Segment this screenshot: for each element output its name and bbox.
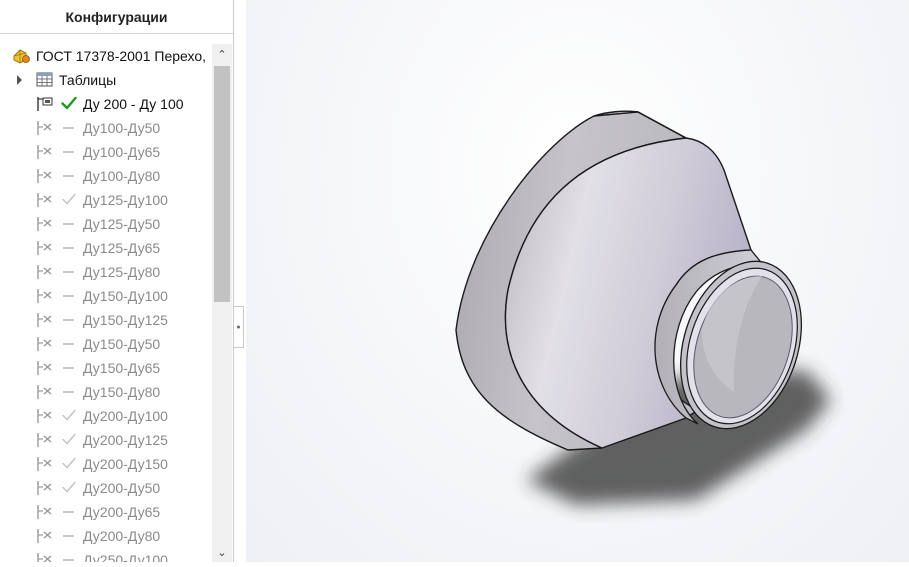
- configuration-item[interactable]: Ду100-Ду80: [0, 164, 212, 188]
- config-suppressed-icon: [36, 239, 54, 260]
- panel-title: Конфигурации: [0, 0, 233, 34]
- config-suppressed-icon: [36, 311, 54, 332]
- configuration-tree: ГОСТ 17378-2001 Перехо, Таблицы Ду 200 -…: [0, 44, 212, 562]
- config-suppressed-icon: [36, 479, 54, 500]
- checkmark-icon: [61, 407, 77, 423]
- config-suppressed-icon: [36, 263, 54, 284]
- configuration-item[interactable]: Ду125-Ду80: [0, 260, 212, 284]
- config-active-icon: [36, 95, 54, 116]
- dash-icon: [61, 167, 77, 183]
- configuration-item[interactable]: Ду150-Ду100: [0, 284, 212, 308]
- checkmark-icon: [61, 191, 77, 207]
- tables-item[interactable]: Таблицы: [0, 68, 212, 92]
- part-icon: [12, 47, 32, 68]
- configuration-label: Ду200-Ду100: [83, 408, 168, 424]
- configuration-label: Ду 200 - Ду 100: [83, 96, 184, 112]
- config-suppressed-icon: [36, 359, 54, 380]
- configuration-item[interactable]: Ду125-Ду100: [0, 188, 212, 212]
- config-suppressed-icon: [36, 119, 54, 140]
- configuration-label: Ду125-Ду50: [83, 216, 161, 232]
- config-suppressed-icon: [36, 383, 54, 404]
- checkmark-icon: [61, 95, 77, 111]
- dash-icon: [61, 311, 77, 327]
- config-suppressed-icon: [36, 287, 54, 308]
- configuration-item[interactable]: Ду200-Ду100: [0, 404, 212, 428]
- configuration-item[interactable]: Ду125-Ду65: [0, 236, 212, 260]
- configuration-label: Ду100-Ду50: [83, 120, 161, 136]
- dash-icon: [61, 503, 77, 519]
- configuration-label: Ду100-Ду80: [83, 168, 161, 184]
- config-suppressed-icon: [36, 455, 54, 476]
- configuration-item[interactable]: Ду100-Ду50: [0, 116, 212, 140]
- config-suppressed-icon: [36, 143, 54, 164]
- configuration-label: Ду200-Ду125: [83, 432, 168, 448]
- dash-icon: [61, 263, 77, 279]
- dash-icon: [61, 335, 77, 351]
- dash-icon: [61, 143, 77, 159]
- dash-icon: [61, 215, 77, 231]
- configuration-item[interactable]: Ду 200 - Ду 100: [0, 92, 212, 116]
- tree-root-item[interactable]: ГОСТ 17378-2001 Перехо,: [0, 44, 212, 68]
- scroll-down-icon[interactable]: ⌄: [212, 546, 232, 562]
- config-suppressed-icon: [36, 527, 54, 548]
- configuration-item[interactable]: Ду150-Ду125: [0, 308, 212, 332]
- scroll-up-icon[interactable]: ⌃: [212, 48, 232, 64]
- checkmark-icon: [61, 479, 77, 495]
- configuration-item[interactable]: Ду200-Ду150: [0, 452, 212, 476]
- configuration-item[interactable]: Ду100-Ду65: [0, 140, 212, 164]
- configuration-item[interactable]: Ду150-Ду50: [0, 332, 212, 356]
- configuration-label: Ду250-Ду100: [83, 552, 168, 562]
- configuration-label: Ду100-Ду65: [83, 144, 161, 160]
- dash-icon: [61, 119, 77, 135]
- configurations-panel: Конфигурации ГОСТ 17378-2001 Перехо, Таб…: [0, 0, 234, 562]
- configuration-label: Ду150-Ду125: [83, 312, 168, 328]
- tables-label: Таблицы: [59, 72, 117, 88]
- configuration-item[interactable]: Ду200-Ду80: [0, 524, 212, 548]
- table-icon: [36, 72, 53, 90]
- dash-icon: [61, 239, 77, 255]
- config-suppressed-icon: [36, 191, 54, 212]
- dash-icon: [61, 551, 77, 562]
- dash-icon: [61, 359, 77, 375]
- configuration-item[interactable]: Ду150-Ду65: [0, 356, 212, 380]
- configuration-label: Ду150-Ду100: [83, 288, 168, 304]
- tree-root-label: ГОСТ 17378-2001 Перехо,: [36, 48, 207, 64]
- configuration-item[interactable]: Ду125-Ду50: [0, 212, 212, 236]
- expand-caret-icon[interactable]: [17, 75, 22, 85]
- scroll-thumb[interactable]: [214, 66, 230, 302]
- configuration-item[interactable]: Ду150-Ду80: [0, 380, 212, 404]
- reducer-model: [455, 110, 831, 505]
- dash-icon: [61, 287, 77, 303]
- configuration-item[interactable]: Ду200-Ду125: [0, 428, 212, 452]
- config-suppressed-icon: [36, 503, 54, 524]
- checkmark-icon: [61, 431, 77, 447]
- checkmark-icon: [61, 455, 77, 471]
- configuration-label: Ду200-Ду80: [83, 528, 161, 544]
- configuration-label: Ду125-Ду80: [83, 264, 161, 280]
- 3d-viewport[interactable]: [246, 0, 909, 562]
- dash-icon: [61, 383, 77, 399]
- configuration-label: Ду200-Ду65: [83, 504, 161, 520]
- configuration-label: Ду150-Ду65: [83, 360, 161, 376]
- config-suppressed-icon: [36, 335, 54, 356]
- configuration-item[interactable]: Ду200-Ду50: [0, 476, 212, 500]
- configuration-item[interactable]: Ду200-Ду65: [0, 500, 212, 524]
- config-suppressed-icon: [36, 551, 54, 562]
- configuration-label: Ду125-Ду100: [83, 192, 168, 208]
- configuration-label: Ду200-Ду150: [83, 456, 168, 472]
- configuration-label: Ду125-Ду65: [83, 240, 161, 256]
- config-suppressed-icon: [36, 167, 54, 188]
- config-suppressed-icon: [36, 431, 54, 452]
- configuration-label: Ду200-Ду50: [83, 480, 161, 496]
- dash-icon: [61, 527, 77, 543]
- config-suppressed-icon: [36, 407, 54, 428]
- configuration-label: Ду150-Ду80: [83, 384, 161, 400]
- configuration-item[interactable]: Ду250-Ду100: [0, 548, 212, 562]
- tree-scrollbar[interactable]: ⌃ ⌄: [212, 44, 232, 562]
- config-suppressed-icon: [36, 215, 54, 236]
- configuration-label: Ду150-Ду50: [83, 336, 161, 352]
- panel-collapse-handle[interactable]: ●: [234, 306, 244, 348]
